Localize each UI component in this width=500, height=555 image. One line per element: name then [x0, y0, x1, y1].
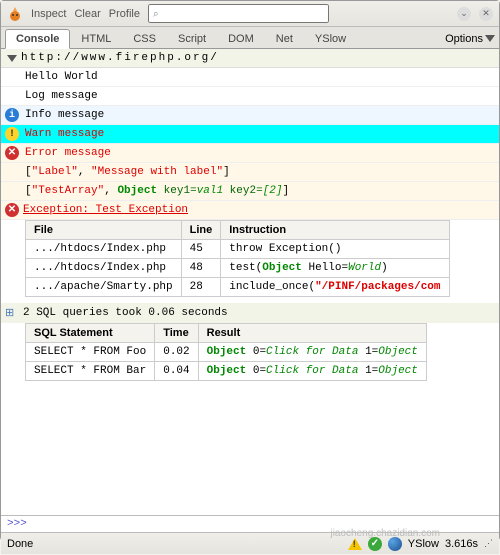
warn-icon: ! [5, 127, 19, 141]
log-row-log: Log message [1, 87, 499, 106]
tab-html[interactable]: HTML [70, 29, 122, 48]
inspect-button[interactable]: Inspect [31, 8, 66, 20]
table-header: SQL Statement Time Result [26, 324, 427, 343]
disclosure-triangle-icon[interactable] [7, 55, 17, 62]
grip-icon[interactable]: ⋰ [484, 538, 493, 549]
options-menu[interactable]: Options [445, 33, 495, 45]
warning-icon[interactable] [348, 538, 362, 550]
yslow-label[interactable]: YSlow [408, 538, 439, 550]
tab-bar: Console HTML CSS Script DOM Net YSlow Op… [1, 27, 499, 49]
firebug-logo-icon [7, 6, 23, 22]
log-row-hello: Hello World [1, 68, 499, 87]
watermark-text: jiaocheng.chazidian.com [330, 528, 440, 539]
exception-row[interactable]: ✕ Exception: Test Exception [1, 201, 499, 220]
sql-summary-row[interactable]: ⊞ 2 SQL queries took 0.06 seconds [1, 303, 499, 323]
sql-table: SQL Statement Time Result SELECT * FROM … [25, 323, 427, 381]
table-row[interactable]: SELECT * FROM Foo 0.02 Object 0=Click fo… [26, 343, 427, 362]
info-icon: i [5, 108, 19, 122]
tab-console[interactable]: Console [5, 29, 70, 49]
stack-trace-table: File Line Instruction .../htdocs/Index.p… [25, 220, 450, 297]
tab-dom[interactable]: DOM [217, 29, 265, 48]
status-bar: Done ✓ YSlow jiaocheng.chazidian.com 3.6… [1, 532, 499, 554]
tab-script[interactable]: Script [167, 29, 217, 48]
search-input[interactable] [148, 4, 329, 23]
table-row[interactable]: .../apache/Smarty.php 28 include_once("/… [26, 278, 450, 297]
log-row-info: i Info message [1, 106, 499, 125]
tab-net[interactable]: Net [265, 29, 304, 48]
table-row[interactable]: .../htdocs/Index.php 45 throw Exception(… [26, 240, 450, 259]
search-icon: ⌕ [153, 8, 159, 19]
console-panel: http://www.firephp.org/ Hello World Log … [1, 49, 499, 515]
table-row[interactable]: SELECT * FROM Bar 0.04 Object 0=Click fo… [26, 362, 427, 381]
table-header: File Line Instruction [26, 221, 450, 240]
status-text: Done [7, 538, 33, 550]
testarray-row[interactable]: ["TestArray", Object key1=val1 key2=[2]] [1, 182, 499, 201]
status-time: 3.616s [445, 538, 478, 550]
table-icon: ⊞ [5, 306, 14, 320]
log-row-error: ✕ Error message [1, 144, 499, 163]
minimize-button[interactable]: ⌄ [457, 7, 471, 21]
chevron-down-icon [485, 35, 495, 42]
url-text: http://www.firephp.org/ [21, 52, 219, 64]
error-icon: ✕ [5, 203, 19, 217]
log-row-warn: ! Warn message [1, 125, 499, 144]
label-row[interactable]: ["Label", "Message with label"] [1, 163, 499, 182]
toolbar: Inspect Clear Profile ⌕ ⌄ ✕ [1, 1, 499, 27]
search-wrap: ⌕ [148, 4, 449, 23]
profile-button[interactable]: Profile [109, 8, 140, 20]
table-row[interactable]: .../htdocs/Index.php 48 test(Object Hell… [26, 259, 450, 278]
close-button[interactable]: ✕ [479, 7, 493, 21]
tab-yslow[interactable]: YSlow [304, 29, 357, 48]
tab-css[interactable]: CSS [122, 29, 167, 48]
clear-button[interactable]: Clear [74, 8, 100, 20]
url-row[interactable]: http://www.firephp.org/ [1, 49, 499, 68]
error-icon: ✕ [5, 146, 19, 160]
